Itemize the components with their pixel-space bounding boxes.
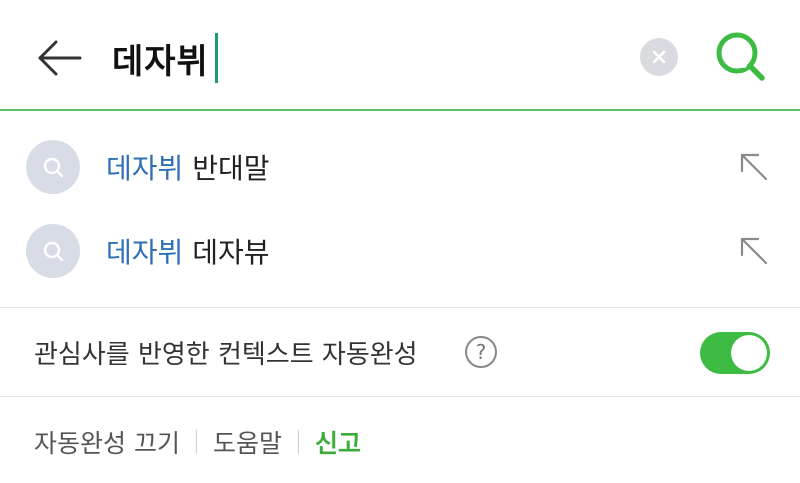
arrow-left-icon: [38, 40, 82, 76]
toggle-knob: [731, 335, 767, 371]
search-bar: 데자뷔: [0, 0, 800, 111]
arrow-up-left-icon[interactable]: [736, 233, 772, 269]
help-link[interactable]: 도움말: [213, 424, 282, 460]
search-icon: [43, 241, 64, 262]
suggestion-match-text: 데자뷔: [106, 152, 184, 185]
suggestion-item[interactable]: 데자뷔 데자뷰: [0, 209, 800, 293]
search-query-text[interactable]: 데자뷔: [112, 34, 209, 83]
suggestion-search-icon-badge: [26, 224, 80, 278]
context-autocomplete-label: 관심사를 반영한 컨텍스트 자동완성: [34, 340, 418, 370]
suggestion-rest-text: 반대말: [192, 152, 270, 185]
suggestion-search-icon-badge: [26, 140, 80, 194]
clear-search-button[interactable]: [640, 38, 678, 76]
autocomplete-off-link[interactable]: 자동완성 끄기: [34, 424, 180, 460]
text-caret: [214, 33, 218, 83]
footer-separator: [297, 430, 299, 454]
close-icon: [652, 50, 666, 64]
suggestion-text: 데자뷔 데자뷰: [106, 231, 269, 271]
footer-links: 자동완성 끄기 도움말 신고: [34, 420, 361, 464]
context-autocomplete-row: 관심사를 반영한 컨텍스트 자동완성 ?: [0, 308, 800, 396]
help-icon[interactable]: ?: [465, 336, 497, 368]
search-input[interactable]: 데자뷔: [112, 30, 218, 86]
back-button[interactable]: [36, 36, 84, 80]
arrow-up-left-icon[interactable]: [736, 149, 772, 185]
suggestion-item[interactable]: 데자뷔 반대말: [0, 125, 800, 209]
suggestion-rest-text: 데자뷰: [192, 236, 270, 269]
footer-separator: [195, 430, 197, 454]
report-link[interactable]: 신고: [315, 424, 361, 460]
search-icon: [716, 32, 765, 81]
search-icon: [43, 157, 64, 178]
suggestion-text: 데자뷔 반대말: [106, 147, 269, 187]
autocomplete-page: 데자뷔 데자뷔 반대말 데자뷔 데자뷰 관심사를 반영한 컨텍스트 자동완성 ?…: [0, 0, 800, 483]
suggestion-match-text: 데자뷔: [106, 236, 184, 269]
section-divider: [0, 396, 800, 397]
search-submit-button[interactable]: [712, 28, 768, 84]
context-autocomplete-toggle[interactable]: [700, 332, 770, 374]
